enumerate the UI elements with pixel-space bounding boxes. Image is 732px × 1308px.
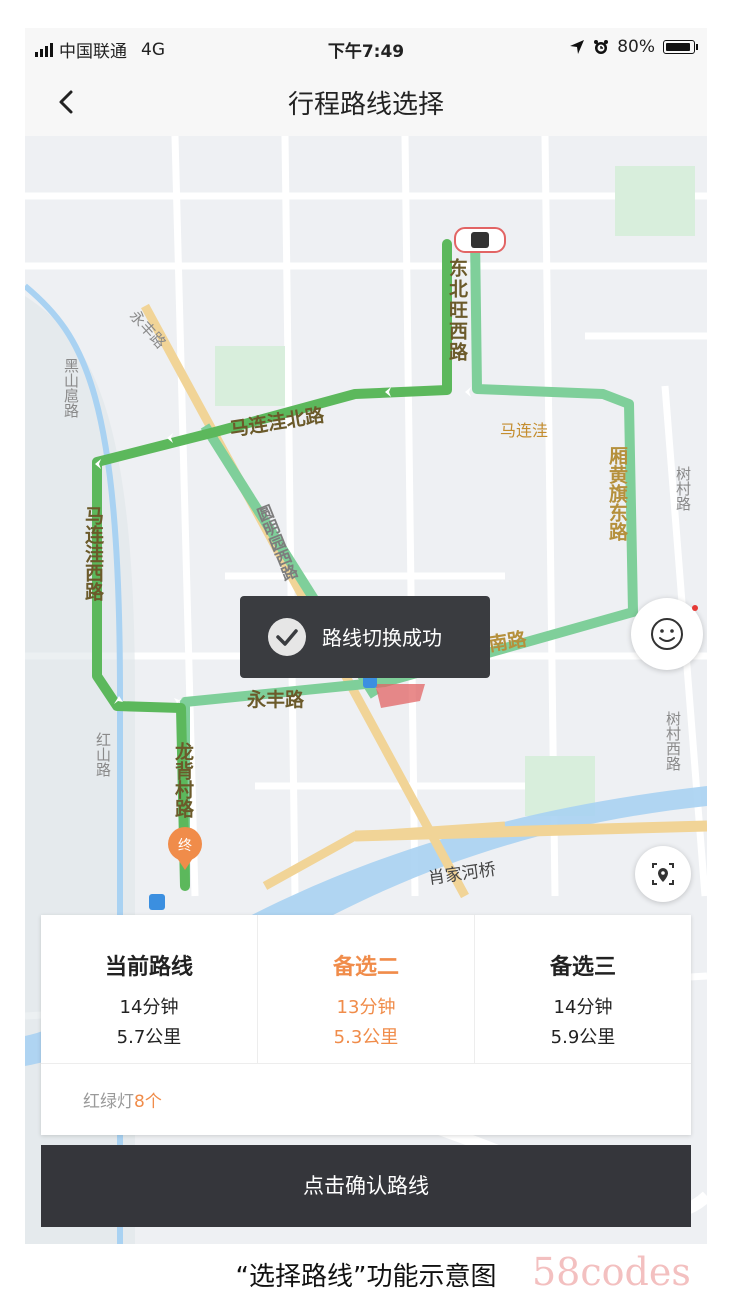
route-option-name: 备选三 bbox=[549, 955, 616, 980]
locate-icon bbox=[652, 863, 674, 885]
route-option-distance: 5.3公里 bbox=[333, 1027, 399, 1048]
route-switch-toast: 路线切换成功 bbox=[240, 596, 490, 678]
location-arrow-icon bbox=[570, 40, 585, 54]
end-marker-label: 终 bbox=[178, 838, 192, 854]
route-option-time: 14分钟 bbox=[553, 997, 613, 1018]
route-option-distance: 5.9公里 bbox=[550, 1027, 616, 1048]
phone-screen: 中国联通 4G 下午7:49 80% 行程路线选择 终 东北旺西路 马连洼北路 … bbox=[25, 28, 707, 1244]
road-label: 永丰路 bbox=[246, 688, 305, 711]
route-options-card: 当前路线 14分钟 5.7公里 备选二 13分钟 5.3公里 备选三 14分钟 … bbox=[41, 915, 691, 1135]
road-label: 树村路 bbox=[674, 466, 692, 511]
route-option-time: 14分钟 bbox=[119, 997, 179, 1018]
road-label: 东北旺西路 bbox=[446, 257, 468, 363]
traffic-lights-label: 红绿灯 bbox=[83, 1092, 134, 1112]
locate-button[interactable] bbox=[635, 846, 691, 902]
route-option-name: 备选二 bbox=[332, 955, 399, 980]
watermark: 58codes bbox=[532, 1250, 691, 1294]
notification-dot bbox=[692, 605, 698, 611]
road-label: 树村西路 bbox=[664, 711, 682, 771]
divider bbox=[41, 1063, 691, 1064]
confirm-route-button[interactable]: 点击确认路线 bbox=[41, 1145, 691, 1227]
traffic-lights-count: 8个 bbox=[134, 1092, 162, 1112]
road-label: 厢黄旗东路 bbox=[606, 446, 628, 542]
battery-icon bbox=[663, 40, 698, 54]
status-bar: 中国联通 4G 下午7:49 80% bbox=[25, 28, 707, 68]
road-label: 红山路 bbox=[94, 732, 112, 777]
route-option-alt3[interactable]: 备选三 14分钟 5.9公里 bbox=[475, 915, 691, 1063]
toast-message: 路线切换成功 bbox=[322, 626, 442, 650]
route-option-time: 13分钟 bbox=[336, 997, 396, 1018]
road-label: 马连洼西路 bbox=[82, 506, 104, 602]
route-option-current[interactable]: 当前路线 14分钟 5.7公里 bbox=[41, 915, 257, 1063]
road-label: 黑山扈路 bbox=[62, 358, 80, 418]
road-label: 龙背村路 bbox=[172, 741, 194, 819]
traffic-lights-info: 红绿灯8个 bbox=[83, 1087, 162, 1112]
route-option-distance: 5.7公里 bbox=[116, 1027, 182, 1048]
route-option-alt2[interactable]: 备选二 13分钟 5.3公里 bbox=[258, 915, 474, 1063]
nav-bar: 行程路线选择 bbox=[25, 68, 707, 136]
place-label: 马连洼 bbox=[500, 421, 548, 440]
route-option-name: 当前路线 bbox=[104, 955, 193, 980]
page-title: 行程路线选择 bbox=[287, 90, 444, 120]
battery-percent: 80% bbox=[617, 37, 655, 57]
check-circle-icon bbox=[268, 618, 306, 656]
alarm-icon bbox=[594, 40, 609, 54]
